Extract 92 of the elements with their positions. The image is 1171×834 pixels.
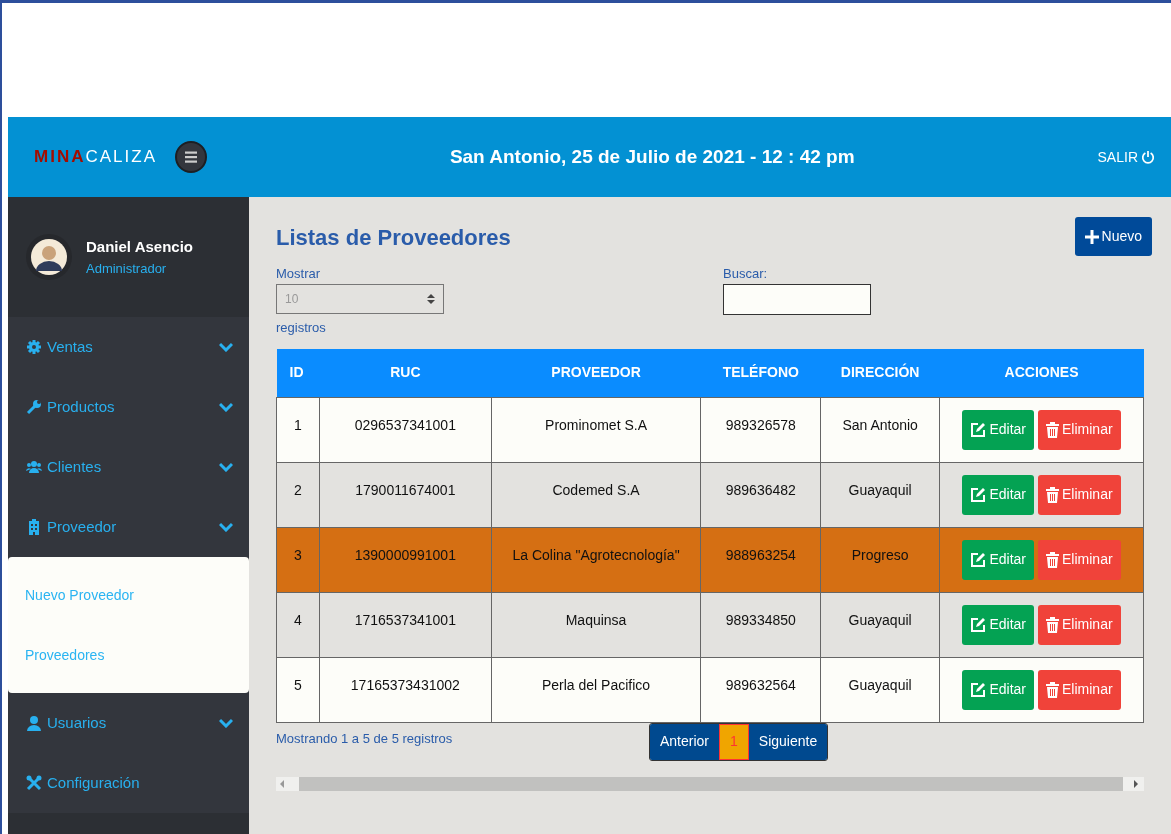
sidebar-item[interactable]: Productos bbox=[8, 377, 249, 437]
edit-icon bbox=[970, 551, 987, 568]
length-suffix: registros bbox=[276, 318, 327, 337]
table-cell: 988963254 bbox=[700, 527, 821, 592]
column-header[interactable]: DIRECCIÓN bbox=[820, 349, 940, 397]
horizontal-scrollbar[interactable] bbox=[276, 776, 1144, 791]
avatar-icon bbox=[26, 234, 72, 280]
submenu-item[interactable]: Proveedores bbox=[8, 625, 249, 685]
length-label: Mostrar bbox=[276, 265, 322, 283]
delete-button[interactable]: Eliminar bbox=[1038, 409, 1121, 450]
logo: MINACALIZA bbox=[34, 146, 157, 169]
trash-icon bbox=[1046, 421, 1060, 438]
delete-button[interactable]: Eliminar bbox=[1038, 474, 1121, 515]
page-button[interactable]: Anterior bbox=[650, 723, 720, 760]
table-row[interactable]: 1 0296537341001 Prominomet S.A 989326578 San Antonio Editar Eliminar bbox=[276, 397, 1144, 462]
table-cell: San Antonio bbox=[820, 397, 940, 462]
table-cell: Codemed S.A bbox=[491, 462, 701, 527]
table-cell: Maquinsa bbox=[491, 592, 701, 657]
table-info: Mostrando 1 a 5 de 5 registros bbox=[276, 729, 454, 748]
table-cell: Prominomet S.A bbox=[491, 397, 701, 462]
sidebar-item[interactable]: Clientes bbox=[8, 437, 249, 497]
table-cell: 0296537341001 bbox=[319, 397, 492, 462]
user-name: Daniel Asencio bbox=[86, 237, 193, 257]
table-row[interactable]: 4 1716537341001 Maquinsa 989334850 Guayaquil Editar Eliminar bbox=[276, 592, 1144, 657]
scroll-right-icon[interactable] bbox=[1133, 779, 1139, 788]
building-icon bbox=[26, 519, 42, 535]
sort-icon bbox=[427, 292, 435, 305]
table-cell: Guayaquil bbox=[820, 592, 940, 657]
sidebar-item[interactable]: Usuarios bbox=[8, 693, 249, 753]
sidebar-item[interactable]: Ventas bbox=[8, 317, 249, 377]
table-cell: 989632564 bbox=[700, 657, 821, 722]
column-header[interactable]: ACCIONES bbox=[939, 349, 1144, 397]
table-row[interactable]: 2 1790011674001 Codemed S.A 989636482 Guayaquil Editar Eliminar bbox=[276, 462, 1144, 527]
trash-icon bbox=[1046, 616, 1060, 633]
table-cell: Guayaquil bbox=[820, 462, 940, 527]
table-cell: 17165373431002 bbox=[319, 657, 492, 722]
table-cell: Perla del Pacifico bbox=[491, 657, 701, 722]
column-header[interactable]: PROVEEDOR bbox=[491, 349, 701, 397]
edit-button[interactable]: Editar bbox=[962, 474, 1035, 515]
table-cell: 1716537341001 bbox=[319, 592, 492, 657]
sidebar-item[interactable]: Configuración bbox=[8, 753, 249, 813]
search-field[interactable] bbox=[723, 283, 871, 315]
table-cell: Progreso bbox=[820, 527, 940, 592]
edit-button[interactable]: Editar bbox=[962, 409, 1035, 450]
table-cell: 989334850 bbox=[700, 592, 821, 657]
table-cell: 5 bbox=[276, 657, 320, 722]
edit-button[interactable]: Editar bbox=[962, 669, 1035, 710]
delete-button[interactable]: Eliminar bbox=[1038, 604, 1121, 645]
table-cell: Guayaquil bbox=[820, 657, 940, 722]
trash-icon bbox=[1046, 681, 1060, 698]
trash-icon bbox=[1046, 551, 1060, 568]
user-icon bbox=[26, 715, 42, 731]
table-cell: 1 bbox=[276, 397, 320, 462]
table-cell: 989636482 bbox=[700, 462, 821, 527]
edit-icon bbox=[970, 681, 987, 698]
edit-button[interactable]: Editar bbox=[962, 604, 1035, 645]
wrench-icon bbox=[26, 399, 42, 415]
gear-icon bbox=[26, 339, 42, 355]
table-cell: La Colina "Agrotecnología" bbox=[491, 527, 701, 592]
edit-icon bbox=[970, 486, 987, 503]
logout-link[interactable]: SALIR bbox=[1097, 146, 1155, 168]
table-cell: 989326578 bbox=[700, 397, 821, 462]
plus-icon bbox=[1084, 229, 1099, 244]
table-cell: 1390000991001 bbox=[319, 527, 492, 592]
edit-icon bbox=[970, 421, 987, 438]
table-cell: 1790011674001 bbox=[319, 462, 492, 527]
edit-button[interactable]: Editar bbox=[962, 539, 1035, 580]
menu-icon[interactable] bbox=[175, 141, 207, 173]
page-button[interactable]: Siguiente bbox=[748, 723, 828, 760]
submenu-item[interactable]: Nuevo Proveedor bbox=[8, 565, 249, 625]
users-icon bbox=[26, 459, 42, 475]
delete-button[interactable]: Eliminar bbox=[1038, 669, 1121, 710]
sidebar-item[interactable]: Proveedor bbox=[8, 497, 249, 557]
user-role: Administrador bbox=[86, 259, 168, 278]
length-select[interactable]: 10 bbox=[276, 283, 444, 314]
edit-icon bbox=[970, 616, 987, 633]
delete-button[interactable]: Eliminar bbox=[1038, 539, 1121, 580]
table-row[interactable]: 5 17165373431002 Perla del Pacifico 989632564 Guayaquil Editar Eliminar bbox=[276, 657, 1144, 722]
table-cell: 3 bbox=[276, 527, 320, 592]
date-time: San Antonio, 25 de Julio de 2021 - 12 : 42 pm bbox=[448, 144, 856, 169]
column-header[interactable]: TELÉFONO bbox=[700, 349, 821, 397]
table-cell: 2 bbox=[276, 462, 320, 527]
column-header[interactable]: RUC bbox=[319, 349, 492, 397]
table-row[interactable]: 3 1390000991001 La Colina "Agrotecnología" 988963254 Progreso Editar Eliminar bbox=[276, 527, 1144, 592]
trash-icon bbox=[1046, 486, 1060, 503]
page-title: Listas de Proveedores bbox=[276, 225, 511, 252]
tools-icon bbox=[26, 775, 42, 791]
power-icon bbox=[1141, 150, 1155, 164]
column-header[interactable]: ID bbox=[276, 349, 320, 397]
new-button[interactable]: Nuevo bbox=[1074, 217, 1152, 256]
search-label: Buscar: bbox=[723, 265, 769, 283]
table-cell: 4 bbox=[276, 592, 320, 657]
